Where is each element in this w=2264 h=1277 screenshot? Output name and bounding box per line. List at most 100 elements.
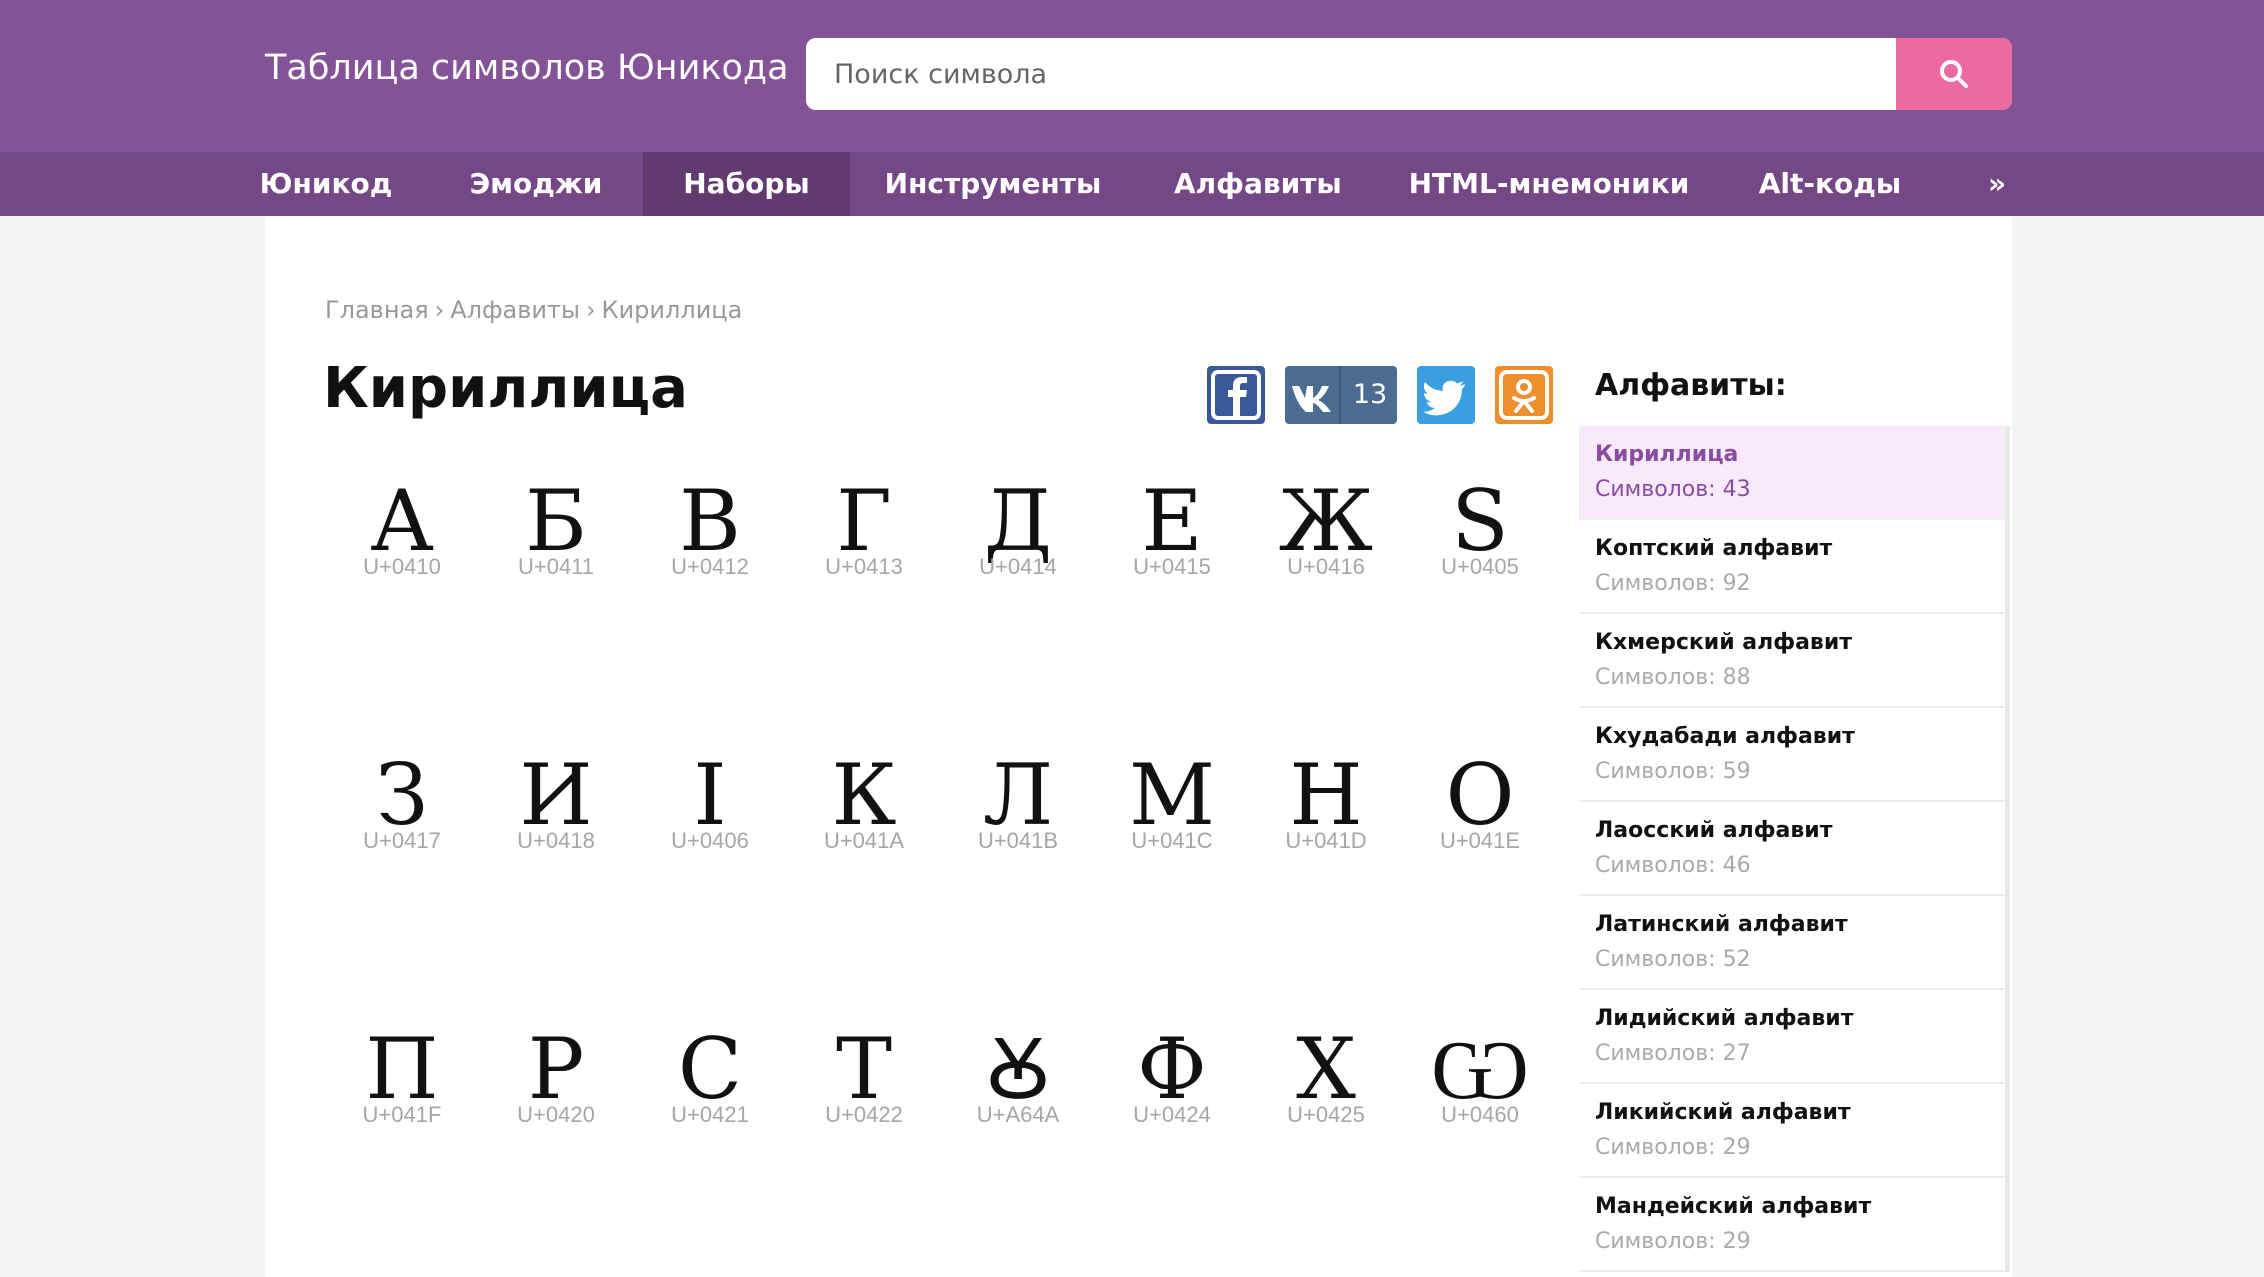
odnoklassniki-icon [1499, 370, 1549, 420]
nav-item-alt-codes[interactable]: Alt-коды [1756, 152, 1904, 216]
breadcrumb-current: Кириллица [601, 296, 743, 324]
symbol-card[interactable]: Х U+0425 [1249, 994, 1403, 1264]
symbol-code: U+0460 [1441, 1102, 1519, 1127]
alphabet-item[interactable]: Кириллица Символов: 43 [1579, 426, 2005, 520]
alphabet-count: Символов: 43 [1595, 477, 1751, 502]
alphabet-name: Коптский алфавит [1595, 536, 1833, 561]
alphabet-count: Символов: 92 [1595, 571, 1751, 596]
alphabet-count: Символов: 52 [1595, 947, 1751, 972]
symbol-card[interactable]: П U+041F [325, 994, 479, 1264]
symbol-card[interactable]: А U+0410 [325, 446, 479, 716]
symbol-code: U+041D [1285, 828, 1367, 853]
alphabet-count: Символов: 46 [1595, 853, 1751, 878]
nav-item-tools[interactable]: Инструменты [883, 152, 1103, 216]
symbol-card[interactable]: Е U+0415 [1095, 446, 1249, 716]
alphabet-name: Кхмерский алфавит [1595, 630, 1853, 655]
symbol-code: U+0422 [825, 1102, 903, 1127]
symbol-card[interactable]: Д U+0414 [941, 446, 1095, 716]
breadcrumb-separator: › [585, 296, 596, 324]
twitter-icon [1423, 380, 1465, 416]
symbol-code: U+0414 [979, 554, 1057, 579]
vk-share-button[interactable]: 13 [1285, 366, 1397, 424]
symbol-card[interactable]: Ꙋ U+A64A [941, 994, 1095, 1264]
odnoklassniki-share-button[interactable] [1495, 366, 1553, 424]
alphabet-name: Латинский алфавит [1595, 912, 1848, 937]
symbol-code: U+0425 [1287, 1102, 1365, 1127]
site-title[interactable]: Таблица символов Юникода [265, 48, 789, 88]
symbol-card[interactable]: Ѡ U+0460 [1403, 994, 1557, 1264]
symbol-card[interactable]: Г U+0413 [787, 446, 941, 716]
symbol-card[interactable]: В U+0412 [633, 446, 787, 716]
search-input[interactable] [806, 38, 1896, 110]
symbol-card[interactable]: Н U+041D [1249, 720, 1403, 990]
alphabet-name: Лаосский алфавит [1595, 818, 1833, 843]
nav-item-alphabets[interactable]: Алфавиты [1174, 152, 1342, 216]
symbol-code: U+041B [977, 828, 1059, 853]
symbol-code: U+041F [362, 1102, 442, 1127]
alphabet-item[interactable]: Мандейский алфавит Символов: 29 [1579, 1178, 2005, 1272]
symbol-code: U+0415 [1133, 554, 1211, 579]
symbol-code: U+0406 [671, 828, 749, 853]
nav-item-emoji[interactable]: Эмоджи [458, 152, 614, 216]
alphabet-item[interactable]: Ликийский алфавит Символов: 29 [1579, 1084, 2005, 1178]
symbol-code: U+0424 [1133, 1102, 1211, 1127]
symbol-card[interactable]: Б U+0411 [479, 446, 633, 716]
symbol-code: U+0411 [517, 554, 595, 579]
symbol-code: U+0413 [825, 554, 903, 579]
alphabet-item[interactable]: Кхмерский алфавит Символов: 88 [1579, 614, 2005, 708]
alphabet-item[interactable]: Латинский алфавит Символов: 52 [1579, 896, 2005, 990]
nav-item-sets[interactable]: Наборы [643, 152, 850, 216]
facebook-share-button[interactable] [1207, 366, 1265, 424]
main-nav: Юникод Эмоджи Наборы Инструменты Алфавит… [0, 152, 2264, 216]
nav-more-button[interactable]: » [1976, 152, 2018, 216]
site-header: Таблица символов Юникода [0, 0, 2264, 152]
alphabet-name: Лидийский алфавит [1595, 1006, 1854, 1031]
main-content: Главная › Алфавиты › Кириллица Кириллица 13 … [265, 216, 2012, 1277]
symbol-code: U+041E [1439, 828, 1521, 853]
vk-icon [1292, 386, 1331, 412]
symbol-card[interactable]: Ж U+0416 [1249, 446, 1403, 716]
alphabet-name: Ликийский алфавит [1595, 1100, 1851, 1125]
symbol-card[interactable]: Р U+0420 [479, 994, 633, 1264]
symbol-code: U+0417 [363, 828, 441, 853]
nav-item-html-entities[interactable]: HTML-мнемоники [1408, 152, 1690, 216]
symbol-card[interactable]: Ѕ U+0405 [1403, 446, 1557, 716]
symbol-card[interactable]: О U+041E [1403, 720, 1557, 990]
symbol-card[interactable]: И U+0418 [479, 720, 633, 990]
symbol-card[interactable]: Л U+041B [941, 720, 1095, 990]
alphabet-name: Кхудабади алфавит [1595, 724, 1855, 749]
symbol-code: U+041A [823, 828, 905, 853]
symbol-card[interactable]: М U+041C [1095, 720, 1249, 990]
symbol-code: U+0405 [1441, 554, 1519, 579]
nav-item-unicode[interactable]: Юникод [252, 152, 400, 216]
symbol-card[interactable]: Ф U+0424 [1095, 994, 1249, 1264]
alphabet-item[interactable]: Лидийский алфавит Символов: 27 [1579, 990, 2005, 1084]
symbol-card[interactable]: С U+0421 [633, 994, 787, 1264]
symbol-card[interactable]: З U+0417 [325, 720, 479, 990]
search-box [806, 38, 2012, 110]
alphabet-item[interactable]: Коптский алфавит Символов: 92 [1579, 520, 2005, 614]
symbol-card[interactable]: Т U+0422 [787, 994, 941, 1264]
symbol-code: U+0420 [517, 1102, 595, 1127]
symbol-card[interactable]: І U+0406 [633, 720, 787, 990]
symbol-code: U+0410 [363, 554, 441, 579]
alphabet-item[interactable]: Лаосский алфавит Символов: 46 [1579, 802, 2005, 896]
breadcrumb-alphabets[interactable]: Алфавиты [450, 296, 580, 324]
alphabet-name: Кириллица [1595, 442, 1739, 467]
search-button[interactable] [1896, 38, 2012, 110]
symbol-code: U+041C [1131, 828, 1213, 853]
breadcrumb-home[interactable]: Главная [325, 296, 429, 324]
alphabet-item[interactable]: Кхудабади алфавит Символов: 59 [1579, 708, 2005, 802]
alphabet-list: Кириллица Символов: 43 Коптский алфавит Си… [1579, 426, 2010, 1272]
alphabet-count: Символов: 88 [1595, 665, 1751, 690]
alphabet-name: Мандейский алфавит [1595, 1194, 1872, 1219]
alphabet-count: Символов: 27 [1595, 1041, 1751, 1066]
sidebar-title: Алфавиты: [1595, 368, 1787, 403]
alphabet-count: Символов: 59 [1595, 759, 1751, 784]
symbol-code: U+A64A [976, 1102, 1060, 1127]
page-title: Кириллица [323, 356, 688, 421]
breadcrumb: Главная › Алфавиты › Кириллица [325, 296, 742, 324]
twitter-share-button[interactable] [1417, 366, 1475, 424]
symbol-code: U+0416 [1287, 554, 1365, 579]
symbol-card[interactable]: К U+041A [787, 720, 941, 990]
